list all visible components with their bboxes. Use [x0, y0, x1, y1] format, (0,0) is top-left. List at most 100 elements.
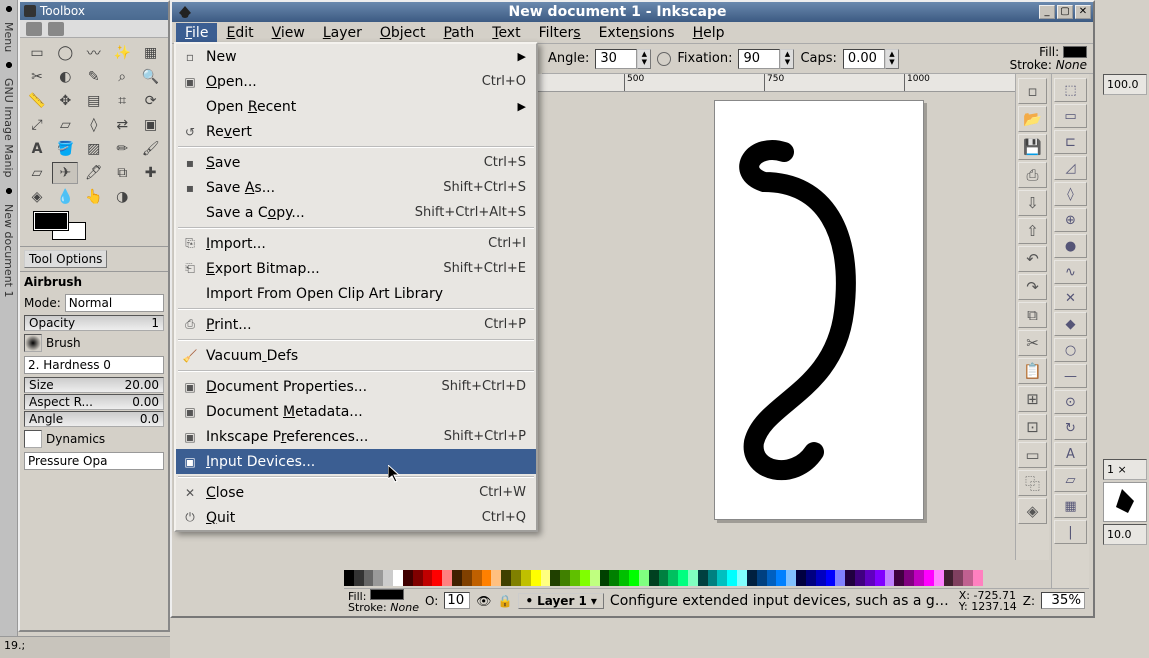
palette-swatch[interactable] — [953, 570, 963, 586]
menu-layer[interactable]: Layer — [314, 23, 371, 43]
inkscape-titlebar[interactable]: New document 1 - Inkscape _ ▢ ✕ — [172, 2, 1093, 22]
palette-swatch[interactable] — [717, 570, 727, 586]
snap-line-mid[interactable]: — — [1054, 364, 1087, 388]
export-button[interactable]: ⇧ — [1018, 218, 1047, 244]
open-button[interactable]: 📂 — [1018, 106, 1047, 132]
brush-preview-icon[interactable] — [24, 334, 42, 352]
tool-paths[interactable]: ✎ — [81, 66, 107, 88]
palette-swatch[interactable] — [767, 570, 777, 586]
palette-swatch[interactable] — [649, 570, 659, 586]
tool-fuzzy-select[interactable]: ✨ — [109, 42, 135, 64]
fixation-input[interactable] — [738, 49, 780, 69]
palette-swatch[interactable] — [747, 570, 757, 586]
palette-swatch[interactable] — [796, 570, 806, 586]
palette-swatch[interactable] — [600, 570, 610, 586]
snap-text[interactable]: A — [1054, 442, 1087, 466]
tool-rotate[interactable]: ⟳ — [138, 90, 164, 112]
tool-blend[interactable]: ▨ — [81, 138, 107, 160]
menu-extensions[interactable]: Extensions — [590, 23, 684, 43]
snap-cusp[interactable]: ◆ — [1054, 312, 1087, 336]
menu-item-save[interactable]: ▪SaveCtrl+S — [176, 150, 536, 175]
angle-slider[interactable]: Angle 0.0 — [24, 411, 164, 427]
palette-swatch[interactable] — [344, 570, 354, 586]
palette-swatch[interactable] — [944, 570, 954, 586]
size-slider[interactable]: Size 20.00 — [24, 377, 164, 393]
palette-swatch[interactable] — [737, 570, 747, 586]
tool-rect-select[interactable]: ▭ — [24, 42, 50, 64]
palette-swatch[interactable] — [364, 570, 374, 586]
tool-crop[interactable]: ⌗ — [109, 90, 135, 112]
palette-swatch[interactable] — [442, 570, 452, 586]
tool-ink[interactable]: 🖊 — [81, 162, 107, 184]
palette-swatch[interactable] — [835, 570, 845, 586]
palette-swatch[interactable] — [727, 570, 737, 586]
snap-bbox[interactable]: ▭ — [1054, 104, 1087, 128]
zoom-input[interactable] — [1041, 592, 1085, 609]
snap-midpoint[interactable]: ◊ — [1054, 182, 1087, 206]
mode-dropdown[interactable]: Normal — [65, 294, 164, 312]
palette-swatch[interactable] — [639, 570, 649, 586]
taskbar-item[interactable]: New document 1 — [0, 200, 17, 301]
palette-swatch[interactable] — [875, 570, 885, 586]
tool-free-select[interactable]: 〰 — [81, 42, 107, 64]
menu-item-close[interactable]: ✕CloseCtrl+W — [176, 480, 536, 505]
menu-item-input-devices[interactable]: ▣Input Devices... — [176, 449, 536, 474]
palette-swatch[interactable] — [452, 570, 462, 586]
palette-swatch[interactable] — [924, 570, 934, 586]
status-opacity-input[interactable] — [444, 592, 470, 609]
menu-item-import[interactable]: ⎘Import...Ctrl+I — [176, 231, 536, 256]
palette-swatch[interactable] — [668, 570, 678, 586]
menu-item-save-as[interactable]: ▪Save As...Shift+Ctrl+S — [176, 175, 536, 200]
palette-swatch[interactable] — [806, 570, 816, 586]
tool-color-picker[interactable]: ⌕ — [109, 66, 135, 88]
palette-swatch[interactable] — [914, 570, 924, 586]
snap-edge[interactable]: ⊏ — [1054, 130, 1087, 154]
tool-paintbrush[interactable]: 🖌 — [138, 138, 164, 160]
tool-shear[interactable]: ▱ — [52, 114, 78, 136]
palette-swatch[interactable] — [698, 570, 708, 586]
menu-item-revert[interactable]: ↺Revert — [176, 119, 536, 144]
menu-item-vacuum-defs[interactable]: 🧹Vacuum Defs — [176, 343, 536, 368]
taskbar-item[interactable]: Menu — [0, 18, 17, 56]
start-icon[interactable] — [2, 2, 16, 16]
palette-swatch[interactable] — [934, 570, 944, 586]
palette-swatch[interactable] — [482, 570, 492, 586]
menu-item-document-properties[interactable]: ▣Document Properties...Shift+Ctrl+D — [176, 374, 536, 399]
tool-by-color[interactable]: ▦ — [138, 42, 164, 64]
gimp-color-swatches[interactable] — [20, 212, 168, 246]
tool-cage[interactable]: ▣ — [138, 114, 164, 136]
menu-item-quit[interactable]: ⏻QuitCtrl+Q — [176, 505, 536, 530]
tool-foreground[interactable]: ◐ — [52, 66, 78, 88]
tool-bucket[interactable]: 🪣 — [52, 138, 78, 160]
palette-swatch[interactable] — [432, 570, 442, 586]
panel-value[interactable]: 1 × — [1103, 459, 1147, 480]
menu-item-open[interactable]: ▣Open...Ctrl+O — [176, 69, 536, 94]
new-doc-button[interactable]: ▫ — [1018, 78, 1047, 104]
print-button[interactable]: ⎙ — [1018, 162, 1047, 188]
inkscape-taskbar-icon[interactable] — [2, 184, 16, 198]
palette-swatch[interactable] — [629, 570, 639, 586]
copy-button[interactable]: ⧉ — [1018, 302, 1047, 328]
zoom-fit-button[interactable]: ⊞ — [1018, 386, 1047, 412]
clone-button[interactable]: ◈ — [1018, 498, 1047, 524]
zoom-page-button[interactable]: ▭ — [1018, 442, 1047, 468]
palette-swatch[interactable] — [383, 570, 393, 586]
menu-filters[interactable]: Filters — [530, 23, 590, 43]
tool-move[interactable]: ✥ — [52, 90, 78, 112]
caps-spinner[interactable]: ▲▼ — [843, 49, 899, 69]
palette-swatch[interactable] — [560, 570, 570, 586]
palette-swatch[interactable] — [491, 570, 501, 586]
tool-align[interactable]: ▤ — [81, 90, 107, 112]
menu-item-open-recent[interactable]: Open Recent▶ — [176, 94, 536, 119]
gimp-titlebar[interactable]: Toolbox — [20, 2, 168, 20]
status-fill-swatch[interactable] — [370, 589, 404, 600]
gimp-taskbar-icon[interactable] — [2, 58, 16, 72]
snap-object-center[interactable]: ⊙ — [1054, 390, 1087, 414]
tool-text[interactable]: A — [24, 138, 50, 160]
panel-value[interactable]: 100.0 — [1103, 74, 1147, 95]
snap-guide[interactable]: | — [1054, 520, 1087, 544]
palette-swatch[interactable] — [550, 570, 560, 586]
menu-view[interactable]: View — [263, 23, 314, 43]
tool-scissors[interactable]: ✂ — [24, 66, 50, 88]
palette-swatch[interactable] — [511, 570, 521, 586]
